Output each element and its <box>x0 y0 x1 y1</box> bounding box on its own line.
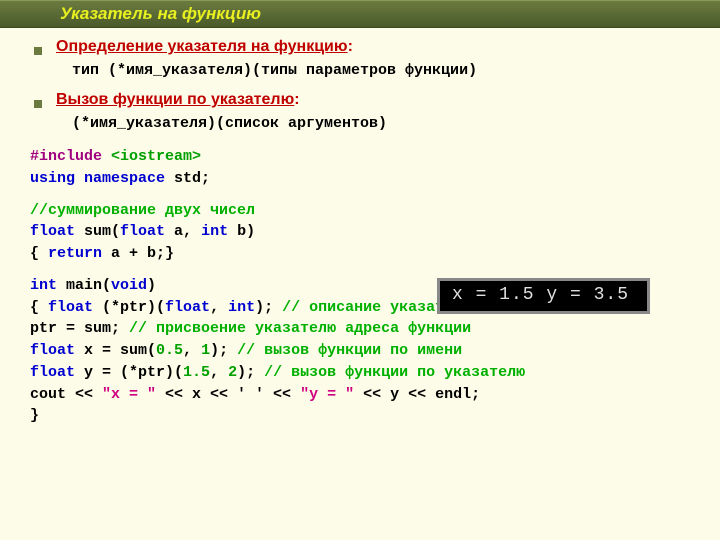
call-heading: Вызов функции по указателю <box>56 91 294 108</box>
call-row: Вызов функции по указателю: <box>30 91 690 109</box>
colon: : <box>294 91 299 108</box>
code-line: cout << "x = " << x << ' ' << "y = " << … <box>30 384 690 406</box>
code-line: #include <iostream> <box>30 146 690 168</box>
code-line: using namespace std; <box>30 168 690 190</box>
console-output: x = 1.5 y = 3.5 <box>437 278 650 314</box>
code-line: float sum(float a, int b) <box>30 221 690 243</box>
code-line: float x = sum(0.5, 1); // вызов функции … <box>30 340 690 362</box>
code-line: //суммирование двух чисел <box>30 200 690 222</box>
bullet-icon <box>34 47 42 55</box>
definition-heading: Определение указателя на функцию <box>56 38 348 55</box>
code-line: } <box>30 405 690 427</box>
slide-title: Указатель на функцию <box>0 0 720 28</box>
slide-content: Определение указателя на функцию: тип (*… <box>0 28 720 437</box>
slide: Указатель на функцию Определение указате… <box>0 0 720 540</box>
definition-syntax: тип (*имя_указателя)(типы параметров фун… <box>72 62 690 79</box>
bullet-icon <box>34 100 42 108</box>
colon: : <box>348 38 353 55</box>
call-syntax: (*имя_указателя)(список аргументов) <box>72 115 690 132</box>
code-line: ptr = sum; // присвоение указателю адрес… <box>30 318 690 340</box>
code-line: { return a + b;} <box>30 243 690 265</box>
code-line: float y = (*ptr)(1.5, 2); // вызов функц… <box>30 362 690 384</box>
definition-row: Определение указателя на функцию: <box>30 38 690 56</box>
